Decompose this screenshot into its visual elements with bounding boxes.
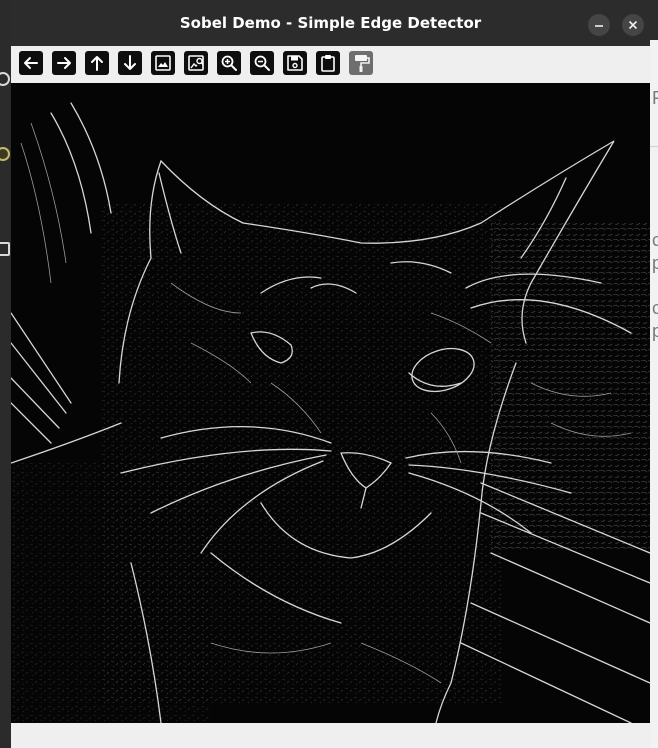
arrow-left-icon xyxy=(24,57,38,69)
dock-icon xyxy=(0,147,10,161)
background-text: F xyxy=(652,88,658,108)
save-button[interactable] xyxy=(283,51,307,75)
apply-filter-button[interactable] xyxy=(349,51,373,75)
open-image-button[interactable] xyxy=(151,51,175,75)
toolbar xyxy=(11,46,650,83)
zoom-out-button[interactable] xyxy=(250,51,274,75)
dock-icon xyxy=(0,72,10,86)
move-up-button[interactable] xyxy=(85,51,109,75)
desktop-sidebar-sliver xyxy=(0,0,11,748)
close-icon xyxy=(628,20,638,30)
zoom-out-icon xyxy=(254,55,270,71)
zoom-in-button[interactable] xyxy=(217,51,241,75)
minimize-button[interactable] xyxy=(588,14,610,36)
arrow-up-icon xyxy=(91,56,103,71)
divider xyxy=(650,146,658,147)
dock-icon xyxy=(0,242,10,256)
background-app-sliver: F c p c p xyxy=(650,40,658,748)
image-canvas[interactable] xyxy=(11,83,650,723)
previous-button[interactable] xyxy=(19,51,43,75)
arrow-right-icon xyxy=(57,57,71,69)
edge-image xyxy=(11,83,650,723)
app-window: Sobel Demo - Simple Edge Detector xyxy=(11,0,650,748)
paint-roller-icon xyxy=(355,55,370,72)
save-icon xyxy=(287,55,303,71)
arrow-down-icon xyxy=(124,55,136,70)
clipboard-icon xyxy=(321,55,335,72)
next-button[interactable] xyxy=(52,51,76,75)
image-search-icon xyxy=(188,55,204,71)
copy-to-clipboard-button[interactable] xyxy=(316,51,340,75)
image-icon xyxy=(155,55,171,71)
background-text: c xyxy=(652,298,658,318)
background-text: c xyxy=(652,230,658,250)
window-title: Sobel Demo - Simple Edge Detector xyxy=(179,14,482,32)
close-button[interactable] xyxy=(622,14,644,36)
title-bar[interactable]: Sobel Demo - Simple Edge Detector xyxy=(11,0,650,46)
minimize-icon xyxy=(595,25,603,27)
background-text: p xyxy=(652,321,658,341)
status-bar xyxy=(11,723,650,748)
background-text: p xyxy=(652,253,658,273)
move-down-button[interactable] xyxy=(118,51,142,75)
inspect-image-button[interactable] xyxy=(184,51,208,75)
zoom-in-icon xyxy=(221,55,237,71)
